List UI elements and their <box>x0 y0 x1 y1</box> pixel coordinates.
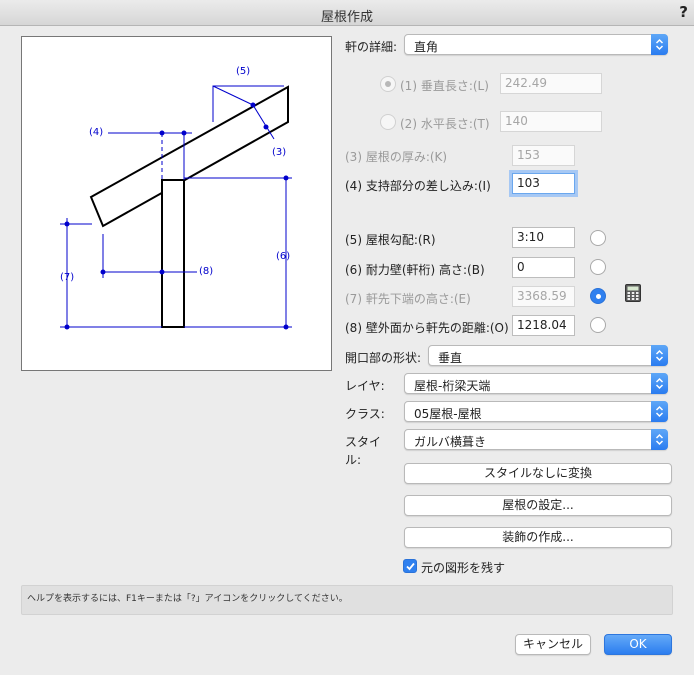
keep-original-checkbox[interactable] <box>403 559 417 573</box>
eave-bottom-height-field[interactable]: 3368.59 <box>512 286 575 307</box>
eave-detail-value: 直角 <box>414 40 439 54</box>
support-insert-label: (4) 支持部分の差し込み:(I) <box>345 179 491 193</box>
diagram-label-3: (3) <box>272 147 287 158</box>
chevron-updown-icon <box>651 429 668 450</box>
chevron-updown-icon <box>651 401 668 422</box>
roof-diagram-preview: (5) (4) (3) (6) (7) (8) <box>21 36 332 371</box>
dim-point <box>283 175 289 181</box>
diagram-label-6: (6) <box>276 251 291 262</box>
class-popup[interactable]: 05屋根-屋根 <box>404 401 668 422</box>
create-trim-button[interactable]: 装飾の作成... <box>404 527 672 548</box>
dim-point <box>64 324 70 330</box>
opening-shape-label: 開口部の形状: <box>345 351 422 365</box>
eave-detail-popup[interactable]: 直角 <box>404 34 668 55</box>
keep-original-label: 元の図形を残す <box>421 561 506 575</box>
support-insert-field[interactable]: 103 <box>512 173 575 194</box>
wall-to-eave-distance-label: (8) 壁外面から軒先の距離:(O) <box>345 321 509 335</box>
pitch-pointer-line <box>212 85 254 106</box>
roof-pitch-label: (5) 屋根勾配:(R) <box>345 233 436 247</box>
vertical-length-radio[interactable] <box>380 76 396 92</box>
dim-point <box>100 269 106 275</box>
roof-settings-button[interactable]: 屋根の設定... <box>404 495 672 516</box>
cancel-button[interactable]: キャンセル <box>515 634 591 655</box>
chevron-updown-icon <box>651 373 668 394</box>
bearing-wall-height-radio[interactable] <box>590 259 606 275</box>
roof-thickness-label: (3) 屋根の厚み:(K) <box>345 150 448 164</box>
dim-point <box>250 102 256 108</box>
diagram-label-7: (7) <box>60 272 75 283</box>
chevron-updown-icon <box>651 345 668 366</box>
ok-button[interactable]: OK <box>604 634 672 655</box>
roof-slab-shape <box>89 85 289 228</box>
wall-to-eave-distance-radio[interactable] <box>590 317 606 333</box>
dim-point <box>263 124 269 130</box>
layer-label: レイヤ: <box>345 379 385 393</box>
diagram-label-4: (4) <box>89 127 104 138</box>
class-label: クラス: <box>345 407 385 421</box>
wall-to-eave-distance-field[interactable]: 1218.04 <box>512 315 575 336</box>
opening-shape-popup[interactable]: 垂直 <box>428 345 668 366</box>
horizontal-length-field[interactable]: 140 <box>500 111 602 132</box>
style-label-line1: スタイ <box>345 435 382 449</box>
horizontal-length-label: (2) 水平長さ:(T) <box>400 117 490 131</box>
dim-point <box>159 269 165 275</box>
chevron-updown-icon <box>651 34 668 55</box>
dim-point <box>181 130 187 136</box>
layer-popup[interactable]: 屋根-桁梁天端 <box>404 373 668 394</box>
roof-pitch-radio[interactable] <box>590 230 606 246</box>
layer-value: 屋根-桁梁天端 <box>414 379 491 393</box>
style-label-line2: ル: <box>345 453 362 467</box>
diagram-label-5: (5) <box>236 66 251 77</box>
bearing-wall-height-label: (6) 耐力壁(軒桁) 高さ:(B) <box>345 263 485 277</box>
window-title: 屋根作成 <box>320 10 373 25</box>
help-button[interactable]: ? <box>679 3 688 21</box>
horizontal-length-radio[interactable] <box>380 114 396 130</box>
bearing-wall-height-field[interactable]: 0 <box>512 257 575 278</box>
dim-point <box>283 324 289 330</box>
dim-point <box>64 221 70 227</box>
eave-detail-label: 軒の詳細: <box>345 40 398 54</box>
class-value: 05屋根-屋根 <box>414 407 482 421</box>
diagram-label-8: (8) <box>199 266 214 277</box>
roof-pitch-field[interactable]: 3:10 <box>512 227 575 248</box>
eave-bottom-height-radio[interactable] <box>590 288 606 304</box>
eave-bottom-height-label: (7) 軒先下端の高さ:(E) <box>345 292 471 306</box>
wall-shape <box>161 179 185 328</box>
help-text-bar: ヘルプを表示するには、F1キーまたは「?」アイコンをクリックしてください。 <box>21 585 673 615</box>
checkmark-icon <box>406 562 415 571</box>
title-bar: 屋根作成 ? <box>0 0 694 26</box>
vertical-length-label: (1) 垂直長さ:(L) <box>400 79 489 93</box>
convert-unstyled-button[interactable]: スタイルなしに変換 <box>404 463 672 484</box>
style-value: ガルバ横葺き <box>414 435 487 449</box>
vertical-length-field[interactable]: 242.49 <box>500 73 602 94</box>
opening-shape-value: 垂直 <box>438 351 463 365</box>
roof-diagram <box>60 85 292 330</box>
dim-point <box>159 130 165 136</box>
calculator-icon[interactable] <box>625 284 641 305</box>
help-text: ヘルプを表示するには、F1キーまたは「?」アイコンをクリックしてください。 <box>27 594 348 604</box>
roof-thickness-field[interactable]: 153 <box>512 145 575 166</box>
style-popup[interactable]: ガルバ横葺き <box>404 429 668 450</box>
